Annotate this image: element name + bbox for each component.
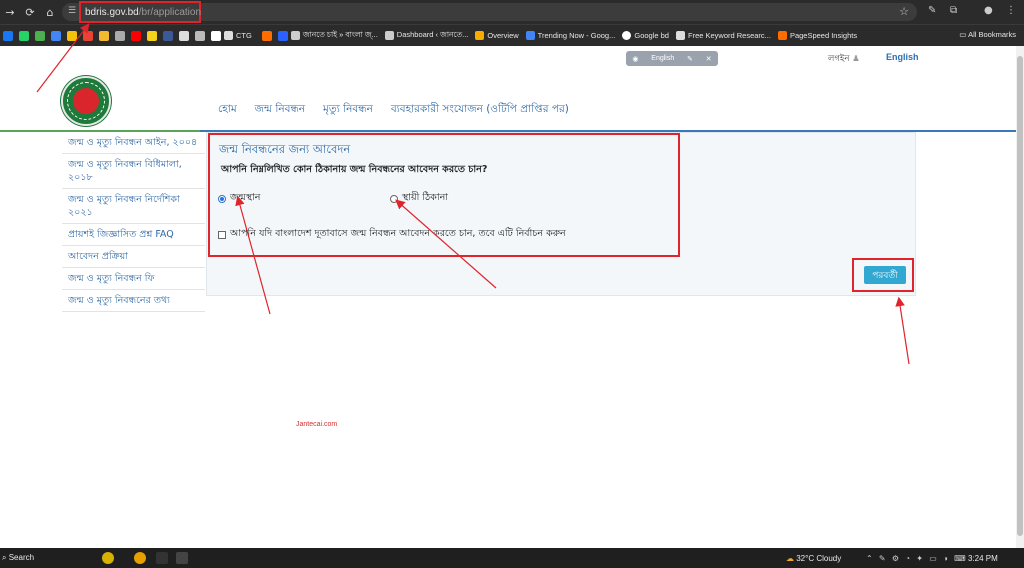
bookmark-icon[interactable] (147, 30, 157, 41)
sidebar-item-application-process[interactable]: আবেদন প্রক্রিয়া (62, 246, 205, 268)
user-icon: ♟ (852, 54, 860, 64)
system-tray[interactable]: ⌃ ✎ ⚙ ◔ ✦ ▭ ◑ ⌨ (866, 554, 968, 563)
profile-avatar[interactable]: ● (984, 5, 993, 16)
reload-icon[interactable]: ⟳ (20, 6, 40, 19)
bookmark-icon[interactable] (211, 30, 221, 41)
menu-home[interactable]: হোম (218, 102, 237, 119)
youtube-icon[interactable] (131, 30, 141, 41)
sidebar-item-faq[interactable]: প্রায়শই জিজ্ঞাসিত প্রশ্ন FAQ (62, 224, 205, 246)
weather-widget[interactable]: ☁ 32°C Cloudy (786, 554, 841, 563)
bookmarks-bar: CTG জানতে চাই » বাংলা জ্... Dashboard ‹ … (0, 24, 1024, 46)
bookmark-item[interactable]: Google bd (622, 31, 669, 40)
menu-user-add[interactable]: ব্যবহারকারী সংযোজন (ওটিপি প্রাপ্তির পর) (391, 102, 569, 119)
browser-toolbar: → ⟳ ⌂ ☰ bdris.gov.bd/br/application ☆ ✎ … (0, 0, 1024, 24)
binance-icon[interactable] (99, 30, 109, 41)
sidebar-item-law-2004[interactable]: জন্ম ও মৃত্যু নিবন্ধন আইন, ২০০৪ (62, 132, 205, 154)
taskbar-search[interactable]: ⌕ Search (2, 553, 34, 563)
taskbar-app-icon[interactable] (156, 552, 168, 564)
sidebar-item-rules-2018[interactable]: জন্ম ও মৃত্যু নিবন্ধন বিধিমালা, ২০১৮ (62, 154, 205, 189)
next-button-highlight: পরবর্তী (852, 258, 914, 292)
application-form: জন্ম নিবন্ধনের জন্য আবেদন আপনি নিম্নলিখি… (208, 133, 680, 257)
folder-icon: ▭ (959, 30, 969, 39)
whatsapp-icon[interactable] (19, 30, 29, 41)
page-scrollbar[interactable] (1016, 46, 1024, 548)
gmail-icon[interactable] (83, 30, 93, 41)
login-link[interactable]: লগইন ♟ (828, 52, 860, 66)
bookmark-icon[interactable] (195, 30, 205, 41)
search-icon: ⌕ (2, 553, 9, 562)
bdris-logo[interactable] (61, 76, 111, 126)
menu-kebab-icon[interactable]: ⋮ (1006, 5, 1016, 16)
globe-icon (224, 31, 233, 40)
drive-icon[interactable] (51, 30, 61, 41)
globe-icon (675, 31, 685, 40)
bookmark-icon (384, 31, 394, 40)
google-icon (622, 31, 632, 40)
url-highlight[interactable]: bdris.gov.bd/br/application (79, 1, 201, 23)
translate-bar[interactable]: ◉ English ✎ ✕ (626, 51, 718, 66)
taskbar-clock[interactable]: 3:24 PM (968, 554, 998, 563)
bookmark-icon (290, 31, 300, 40)
forward-icon[interactable]: → (0, 6, 20, 19)
bookmark-icon[interactable] (115, 30, 125, 41)
pencil-icon[interactable]: ✎ (687, 55, 693, 63)
sidebar-item-fees[interactable]: জন্ম ও মৃত্যু নিবন্ধন ফি (62, 268, 205, 290)
bookmark-icon[interactable] (179, 30, 189, 41)
close-icon[interactable]: ✕ (706, 55, 712, 63)
translate-icon: ◉ (632, 55, 639, 63)
facebook-icon[interactable] (3, 30, 13, 41)
url-path: /br/application (138, 6, 202, 18)
address-bar[interactable]: ☰ bdris.gov.bd/br/application ☆ (62, 1, 917, 23)
bookmark-item[interactable]: Trending Now - Goog... (525, 31, 615, 40)
home-icon[interactable]: ⌂ (40, 6, 60, 19)
menu-birth-registration[interactable]: জন্ম নিবন্ধন (255, 102, 305, 119)
page-viewport: ◉ English ✎ ✕ লগইন ♟ English হোম জন্ম নি… (0, 46, 1016, 548)
radio-permanent-address[interactable]: স্থায়ী ঠিকানা (390, 191, 448, 206)
bookmark-star-icon[interactable]: ☆ (899, 5, 909, 18)
bookmark-icon[interactable] (277, 30, 288, 41)
logo-emblem (73, 88, 99, 114)
all-bookmarks[interactable]: ▭ All Bookmarks (959, 30, 1016, 39)
bookmark-item[interactable]: Free Keyword Researc... (675, 31, 771, 40)
trends-icon (525, 31, 535, 40)
bookmark-ctg[interactable]: CTG (224, 31, 252, 40)
extensions-puzzle-icon[interactable]: ⧉ (950, 5, 957, 16)
scrollbar-thumb[interactable] (1017, 56, 1023, 536)
sidebar-item-guideline-2021[interactable]: জন্ম ও মৃত্যু নিবন্ধন নির্দেশিকা ২০২১ (62, 189, 205, 224)
bookmark-icon[interactable] (67, 30, 77, 41)
extension-icon[interactable]: ✎ (928, 5, 936, 16)
bookmark-icon[interactable] (35, 30, 45, 41)
embassy-checkbox[interactable]: আপনি যদি বাংলাদেশ দূতাবাসে জন্ম নিবন্ধন … (218, 227, 566, 242)
menu-death-registration[interactable]: মৃত্যু নিবন্ধন (323, 102, 373, 119)
weather-icon: ☁ (786, 554, 797, 563)
radio-selected-icon[interactable] (218, 194, 226, 203)
translate-language[interactable]: English (651, 55, 674, 62)
bookmark-icon[interactable] (261, 30, 272, 41)
bookmark-item[interactable]: জানতে চাই » বাংলা জ্... (290, 30, 378, 42)
main-menu: হোম জন্ম নিবন্ধন মৃত্যু নিবন্ধন ব্যবহারক… (218, 102, 587, 119)
chrome-icon[interactable] (134, 552, 146, 564)
bookmark-item[interactable]: PageSpeed Insights (777, 31, 857, 40)
sidebar-item-info[interactable]: জন্ম ও মৃত্যু নিবন্ধনের তথ্য (62, 290, 205, 312)
bookmark-item[interactable]: Dashboard ‹ জানতে... (384, 30, 468, 42)
next-button[interactable]: পরবর্তী (864, 266, 906, 284)
url-host: bdris.gov.bd (85, 6, 139, 18)
site-info-icon[interactable]: ☰ (68, 6, 76, 16)
checkbox-icon[interactable] (218, 230, 226, 239)
english-language-link[interactable]: English (886, 52, 919, 62)
watermark-text: Jantecai.com (296, 421, 338, 428)
sidebar: জন্ম ও মৃত্যু নিবন্ধন আইন, ২০০৪ জন্ম ও ম… (62, 132, 205, 312)
taskbar-app-icon[interactable] (102, 552, 114, 564)
form-question: আপনি নিম্নলিখিত কোন ঠিকানায় জন্ম নিবন্ধ… (221, 164, 488, 175)
bookmark-icon[interactable] (163, 30, 173, 41)
radio-unselected-icon[interactable] (390, 194, 398, 203)
pagespeed-icon (777, 31, 787, 40)
os-taskbar: ⌕ Search ☁ 32°C Cloudy ⌃ ✎ ⚙ ◔ ✦ ▭ ◑ ⌨ 3… (0, 548, 1024, 568)
bookmark-item[interactable]: Overview (475, 31, 519, 40)
taskbar-app-icon[interactable] (176, 552, 188, 564)
analytics-icon (475, 31, 485, 40)
form-title: জন্ম নিবন্ধনের জন্য আবেদন (219, 142, 351, 156)
radio-birthplace[interactable]: জন্মস্থান (218, 191, 260, 206)
